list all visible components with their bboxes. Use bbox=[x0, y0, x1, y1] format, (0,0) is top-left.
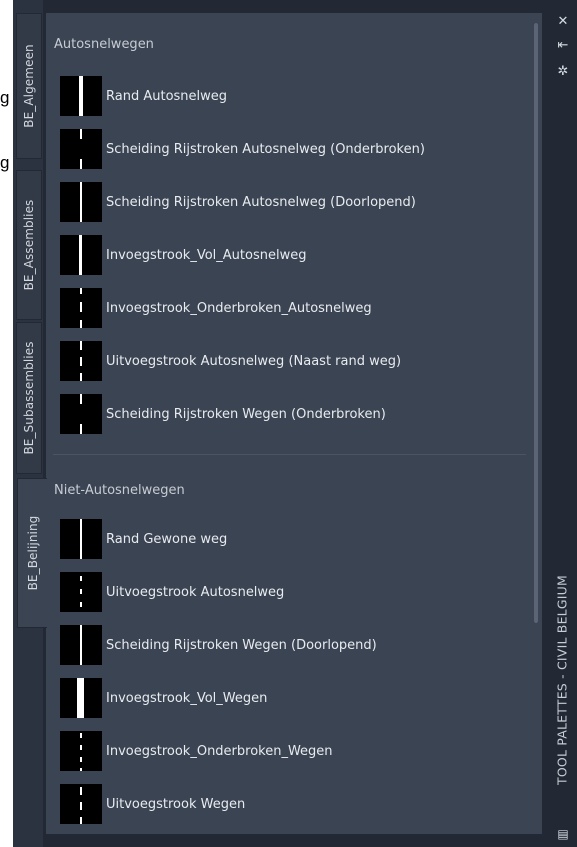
tool-item-label: Uitvoegstrook Wegen bbox=[106, 797, 246, 812]
tool-item[interactable]: Invoegstrook_Onderbroken_Wegen bbox=[46, 728, 536, 774]
palette-content: Autosnelwegen Rand Autosnelweg Scheiding… bbox=[46, 13, 542, 834]
tab-be-belijning[interactable]: BE_Belijning bbox=[17, 478, 47, 628]
tool-item[interactable]: Invoegstrook_Onderbroken_Autosnelweg bbox=[46, 285, 536, 331]
palette-title: TOOL PALETTES - CIVIL BELGIUM bbox=[554, 575, 570, 785]
tool-item-label: Invoegstrook_Onderbroken_Wegen bbox=[106, 744, 333, 759]
tool-item-label: Invoegstrook_Vol_Autosnelweg bbox=[106, 248, 307, 263]
dotted-line-thumbnail bbox=[60, 731, 102, 771]
tool-palette-window: BE_Algemeen BE_Assemblies BE_Subassembli… bbox=[13, 0, 577, 847]
solid-line-thumbnail bbox=[60, 519, 102, 559]
dotted-line-thumbnail bbox=[60, 572, 102, 612]
section-title-niet-autosnelwegen: Niet-Autosnelwegen bbox=[54, 483, 185, 498]
autohide-icon[interactable]: ⇤ bbox=[555, 38, 571, 54]
dashed-line-thumbnail bbox=[60, 288, 102, 328]
tool-item-label: Scheiding Rijstroken Autosnelweg (Doorlo… bbox=[106, 195, 416, 210]
tab-label: BE_Subassemblies bbox=[22, 341, 36, 455]
tool-item[interactable]: Scheiding Rijstroken Autosnelweg (Onderb… bbox=[46, 126, 536, 172]
dashed-line-thumbnail bbox=[60, 341, 102, 381]
tab-label: BE_Assemblies bbox=[22, 199, 36, 291]
tool-item[interactable]: Scheiding Rijstroken Wegen (Onderbroken) bbox=[46, 391, 536, 437]
tab-be-assemblies[interactable]: BE_Assemblies bbox=[16, 170, 42, 320]
thick-solid-line-thumbnail bbox=[60, 678, 102, 718]
dashed-line-thumbnail bbox=[60, 394, 102, 434]
tool-item[interactable]: Scheiding Rijstroken Autosnelweg (Doorlo… bbox=[46, 179, 536, 225]
tool-item[interactable]: Uitvoegstrook Wegen bbox=[46, 781, 536, 827]
tool-item-label: Uitvoegstrook Autosnelweg bbox=[106, 585, 285, 600]
section-divider bbox=[53, 454, 526, 455]
tool-item[interactable]: Uitvoegstrook Autosnelweg (Naast rand we… bbox=[46, 338, 536, 384]
tab-label: BE_Belijning bbox=[25, 515, 40, 591]
tab-be-algemeen[interactable]: BE_Algemeen bbox=[16, 13, 42, 159]
background-text-fragment: g bbox=[0, 153, 10, 172]
tool-item-label: Scheiding Rijstroken Wegen (Doorlopend) bbox=[106, 638, 377, 653]
tab-be-subassemblies[interactable]: BE_Subassemblies bbox=[16, 322, 42, 474]
solid-line-thumbnail bbox=[60, 182, 102, 222]
scrollbar-thumb[interactable] bbox=[534, 23, 538, 623]
tool-item[interactable]: Scheiding Rijstroken Wegen (Doorlopend) bbox=[46, 622, 536, 668]
palette-title-bar[interactable]: ✕ ⇤ ✲ TOOL PALETTES - CIVIL BELGIUM ▤ bbox=[545, 0, 577, 847]
solid-line-thumbnail bbox=[60, 625, 102, 665]
solid-line-thumbnail bbox=[60, 235, 102, 275]
tool-item-label: Invoegstrook_Onderbroken_Autosnelweg bbox=[106, 301, 372, 316]
tool-item-label: Scheiding Rijstroken Wegen (Onderbroken) bbox=[106, 407, 386, 422]
palette-tab-strip: BE_Algemeen BE_Assemblies BE_Subassembli… bbox=[13, 0, 47, 847]
section-title-autosnelwegen: Autosnelwegen bbox=[54, 37, 154, 52]
close-icon[interactable]: ✕ bbox=[555, 14, 571, 30]
tool-item-label: Rand Gewone weg bbox=[106, 532, 228, 547]
background-text-fragment: g bbox=[0, 88, 10, 107]
solid-line-thumbnail bbox=[60, 76, 102, 116]
dashed-line-thumbnail bbox=[60, 129, 102, 169]
tab-label: BE_Algemeen bbox=[22, 44, 36, 128]
tool-item-label: Rand Autosnelweg bbox=[106, 89, 228, 104]
tool-item[interactable]: Invoegstrook_Vol_Wegen bbox=[46, 675, 536, 721]
tool-item[interactable]: Rand Gewone weg bbox=[46, 516, 536, 562]
dashed-line-thumbnail bbox=[60, 784, 102, 824]
tool-item[interactable]: Invoegstrook_Vol_Autosnelweg bbox=[46, 232, 536, 278]
tool-item-label: Invoegstrook_Vol_Wegen bbox=[106, 691, 268, 706]
tool-item[interactable]: Rand Autosnelweg bbox=[46, 73, 536, 119]
palette-menu-icon[interactable]: ▤ bbox=[555, 826, 571, 842]
tool-item-label: Scheiding Rijstroken Autosnelweg (Onderb… bbox=[106, 142, 425, 157]
properties-icon[interactable]: ✲ bbox=[555, 64, 571, 80]
vertical-scrollbar[interactable] bbox=[534, 23, 538, 623]
tool-item[interactable]: Uitvoegstrook Autosnelweg bbox=[46, 569, 536, 615]
tool-item-label: Uitvoegstrook Autosnelweg (Naast rand we… bbox=[106, 354, 402, 369]
